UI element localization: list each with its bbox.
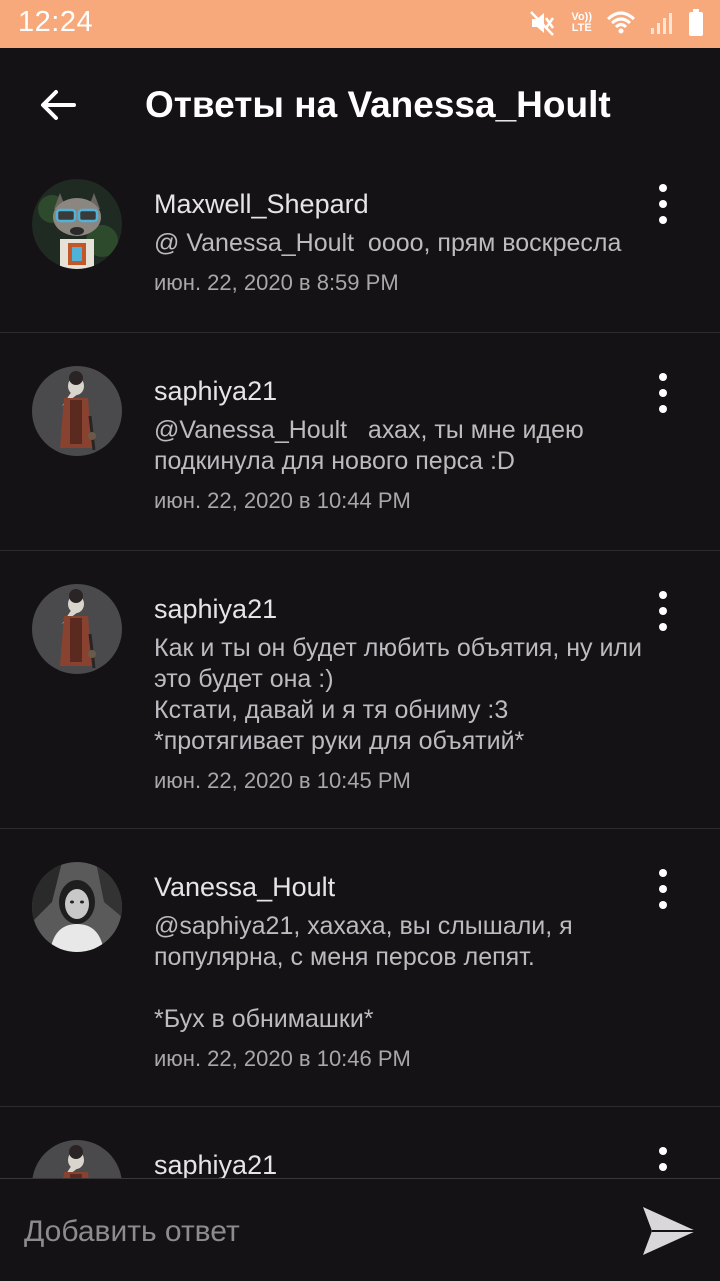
comment-body: saphiya21 @Vanessa_Hoult ахах, ты мне ид… [154,375,660,515]
dot-icon [659,1147,667,1155]
plague-doctor-avatar [32,366,122,456]
more-options-button[interactable] [650,591,676,631]
send-icon [643,1207,696,1255]
raccoon-avatar [32,179,122,269]
more-options-button[interactable] [650,869,676,909]
comment-body: saphiya21 [154,1149,660,1178]
send-button[interactable] [640,1203,698,1259]
dot-icon [659,373,667,381]
more-options-button[interactable] [650,1147,676,1178]
comment-author[interactable]: Maxwell_Shepard [154,188,660,220]
volte-icon: Vo)) LTE [571,12,592,34]
comment-item: saphiya21 @Vanessa_Hoult ахах, ты мне ид… [0,333,720,551]
dot-icon [659,216,667,224]
dot-icon [659,591,667,599]
avatar[interactable] [32,584,122,674]
plague-doctor-avatar [32,584,122,674]
battery-icon [688,9,704,37]
comment-text: @ Vanessa_Hoult оооо, прям воскресла [154,229,622,257]
more-options-button[interactable] [650,184,676,224]
status-time: 12:24 [18,6,94,38]
dot-icon [659,869,667,877]
comment-item: saphiya21 [0,1107,720,1178]
comment-author[interactable]: saphiya21 [154,1149,660,1178]
dot-icon [659,607,667,615]
signal-icon [650,11,674,35]
avatar[interactable] [32,1140,122,1178]
comments-list[interactable]: Maxwell_Shepard @ Vanessa_Hoult оооо, пр… [0,162,720,1178]
reply-composer [0,1178,720,1281]
status-icons: Vo)) LTE [529,9,704,37]
plague-doctor-avatar [32,1140,122,1178]
page-title: Ответы на Vanessa_Hoult [145,84,611,125]
comment-body: Vanessa_Hoult @saphiya21, хахаха, вы слы… [154,871,660,1073]
comment-body: Maxwell_Shepard @ Vanessa_Hoult оооо, пр… [154,188,660,297]
comment-item: Maxwell_Shepard @ Vanessa_Hoult оооо, пр… [0,162,720,333]
comment-author[interactable]: saphiya21 [154,375,660,407]
comment-time: июн. 22, 2020 в 10:44 PM [154,488,411,513]
comment-item: saphiya21 Как и ты он будет любить объят… [0,551,720,829]
comment-text: Как и ты он будет любить объятия, ну или… [154,634,642,755]
dot-icon [659,1163,667,1171]
dot-icon [659,389,667,397]
comment-text: @Vanessa_Hoult ахах, ты мне идею подкину… [154,416,591,475]
avatar[interactable] [32,366,122,456]
volte-bottom-label: LTE [571,22,592,34]
wifi-icon [606,10,636,36]
dot-icon [659,885,667,893]
comment-item: Vanessa_Hoult @saphiya21, хахаха, вы слы… [0,829,720,1107]
comment-text: @saphiya21, хахаха, вы слышали, я популя… [154,912,573,1033]
comment-time: июн. 22, 2020 в 10:46 PM [154,1046,411,1071]
dot-icon [659,405,667,413]
dot-icon [659,184,667,192]
status-bar: 12:24 Vo)) LTE [0,0,720,48]
more-options-button[interactable] [650,373,676,413]
comment-author[interactable]: saphiya21 [154,593,660,625]
comment-time: июн. 22, 2020 в 8:59 PM [154,270,399,295]
comment-time: июн. 22, 2020 в 10:45 PM [154,768,411,793]
arrow-left-icon [41,90,76,120]
mute-icon [529,9,557,37]
avatar[interactable] [32,862,122,952]
dot-icon [659,901,667,909]
dot-icon [659,200,667,208]
woman-portrait-avatar [32,862,122,952]
comment-body: saphiya21 Как и ты он будет любить объят… [154,593,660,795]
dot-icon [659,623,667,631]
back-button[interactable] [28,80,84,130]
reply-input[interactable] [22,1207,616,1257]
avatar[interactable] [32,179,122,269]
app-bar: Ответы на Vanessa_Hoult [0,48,720,162]
comment-author[interactable]: Vanessa_Hoult [154,871,660,903]
